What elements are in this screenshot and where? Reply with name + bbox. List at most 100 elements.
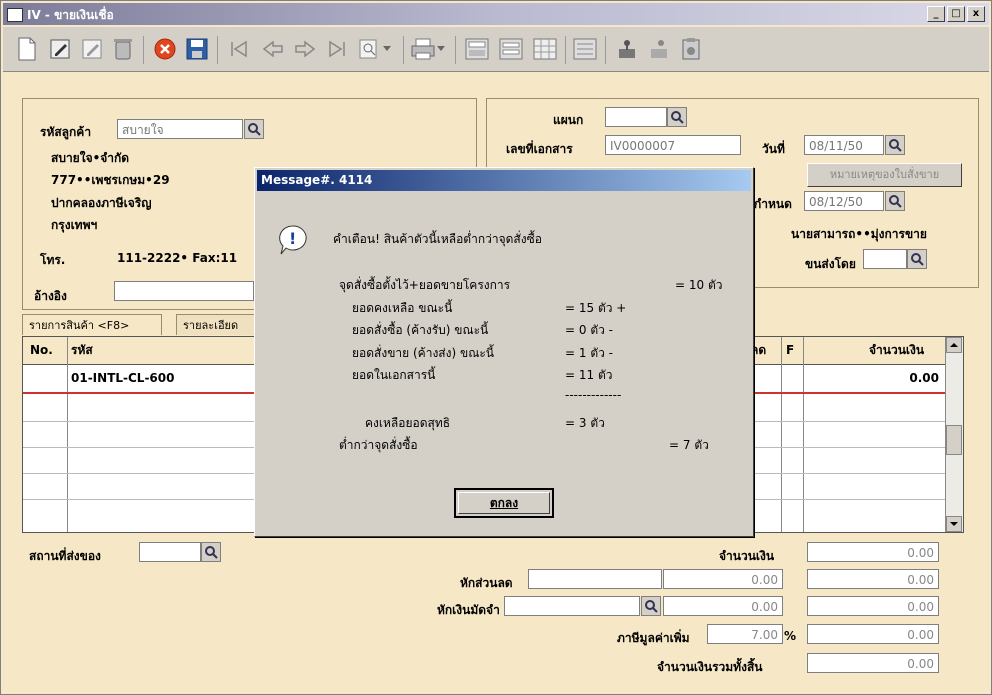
on-hand-label: ยอดคงเหลือ ขณะนี้ [352,301,453,315]
vat-rate-field[interactable]: 7.00 [707,624,783,644]
first-record-icon[interactable] [225,35,253,63]
amount-label: จำนวนเงิน [719,549,775,563]
col-no: No. [30,343,53,357]
discount-value-field[interactable]: 0.00 [663,569,783,589]
app-icon [7,8,23,22]
message-dialog: Message#. 4114 ! คำเตือน! สินค้าตัวนี้เห… [254,167,754,537]
in-document-value: = 11 ตัว [565,368,613,382]
vat-percent-sign: % [784,629,797,643]
department-label: แผนก [553,113,584,127]
discount-label: หักส่วนลด [460,576,513,590]
document-number-field[interactable]: IV0000007 [605,135,741,155]
find-icon[interactable] [355,35,383,63]
discount-field[interactable] [528,569,662,589]
customer-address-line1: 777••เพชรเกษม•29 [51,173,170,187]
dialog-title: Message#. 4114 [257,170,751,191]
print-dropdown-icon[interactable] [435,35,447,63]
edit-icon[interactable] [47,35,75,63]
due-date-label: กำหนด [754,197,792,211]
divider-dashes: ------------- [565,388,622,402]
below-reorder-label: ต่ำกว่าจุดสั่งซื้อ [339,438,418,452]
weight-icon[interactable] [645,35,673,63]
last-record-icon[interactable] [323,35,351,63]
salesman-name: นายสามารถ••มุ่งการขาย [791,227,927,241]
next-record-icon[interactable] [291,35,319,63]
col-f: F [786,343,795,357]
scroll-thumb[interactable] [946,425,962,455]
ship-by-field[interactable] [863,249,907,269]
deposit-total-field[interactable]: 0.00 [807,596,939,616]
reference-field[interactable] [114,281,254,301]
customer-name: สบายใจ•จำกัด [51,151,130,165]
ship-by-lookup-icon[interactable] [907,249,927,269]
deposit-label: หักเงินมัดจำ [437,603,500,617]
customer-code-field[interactable]: สบายใจ [117,119,243,139]
tab-details[interactable]: รายละเอียด [176,314,256,335]
report-icon[interactable] [571,35,599,63]
grand-total-field[interactable]: 0.00 [807,653,939,673]
save-icon[interactable] [183,35,211,63]
on-order-label: ยอดสั่งซื้อ (ค้างรับ) ขณะนี้ [352,323,489,337]
scroll-up-icon[interactable] [946,337,962,353]
window-title: IV - ขายเงินเชื่อ [27,8,114,22]
in-document-label: ยอดในเอกสารนี้ [352,368,436,382]
find-dropdown-icon[interactable] [381,35,393,63]
cancel-icon[interactable] [151,35,179,63]
date-field[interactable]: 08/11/50 [804,135,884,155]
customer-address-line3: กรุงเทพฯ [51,218,98,232]
order-note-button[interactable]: หมายเหตุของใบสั่งขาย [807,163,962,187]
backorder-label: ยอดสั่งขาย (ค้างส่ง) ขณะนี้ [352,346,494,360]
row-amount: 0.00 [909,371,939,385]
due-date-field[interactable]: 08/12/50 [804,191,884,211]
print-icon[interactable] [409,35,437,63]
ok-button[interactable]: ตกลง [454,488,554,518]
calculator-icon[interactable] [463,35,491,63]
col-amount: จำนวนเงิน [869,343,925,357]
phone-label: โทร. [40,253,66,267]
deposit-value-field[interactable]: 0.00 [663,596,783,616]
ship-place-lookup-icon[interactable] [201,542,221,562]
customer-address-line2: ปากคลองภาษีเจริญ [51,196,152,210]
customer-code-label: รหัสลูกค้า [40,125,92,139]
grid-icon[interactable] [531,35,559,63]
discount-total-field[interactable]: 0.00 [807,569,939,589]
trash-icon[interactable] [109,35,137,63]
on-order-value: = 0 ตัว - [565,323,613,337]
document-number-label: เลขที่เอกสาร [506,142,573,156]
department-field[interactable] [605,107,667,127]
form-icon[interactable] [497,35,525,63]
reorder-point-label: จุดสั่งซื้อตั้งไว้+ยอดขายโครงการ [339,278,511,292]
title-bar: IV - ขายเงินเชื่อ _ □ x [3,3,989,25]
ok-button-label: ตกลง [489,496,519,510]
new-document-icon[interactable] [13,35,41,63]
due-date-lookup-icon[interactable] [885,191,905,211]
reorder-point-value: = 10 ตัว [675,278,723,292]
maximize-button[interactable]: □ [947,6,965,22]
svg-text:!: ! [289,229,296,248]
ship-place-label: สถานที่ส่งของ [29,549,101,563]
backorder-value: = 1 ตัว - [565,346,613,360]
tab-items[interactable]: รายการสินค้า <F8> [22,314,162,335]
phone-value: 111-2222• Fax:11 [117,251,238,265]
minimize-button[interactable]: _ [927,6,945,22]
below-reorder-value: = 7 ตัว [669,438,709,452]
department-lookup-icon[interactable] [667,107,687,127]
grand-total-label: จำนวนเงินรวมทั้งสิ้น [657,660,763,674]
vat-total-field[interactable]: 0.00 [807,624,939,644]
col-code: รหัส [71,343,93,357]
deposit-field[interactable] [504,596,640,616]
previous-record-icon[interactable] [259,35,287,63]
stock-icon[interactable] [677,35,705,63]
customer-lookup-icon[interactable] [244,119,264,139]
grid-scrollbar[interactable] [945,337,963,532]
deposit-lookup-icon[interactable] [641,596,661,616]
net-balance-label: คงเหลือยอดสุทธิ [365,416,451,430]
pencil-icon[interactable] [79,35,107,63]
scale-icon[interactable] [613,35,641,63]
ship-place-field[interactable] [139,542,201,562]
date-lookup-icon[interactable] [885,135,905,155]
scroll-down-icon[interactable] [946,516,962,532]
close-button[interactable]: x [967,6,985,22]
amount-total-field[interactable]: 0.00 [807,542,939,562]
vat-label: ภาษีมูลค่าเพิ่ม [617,631,690,645]
